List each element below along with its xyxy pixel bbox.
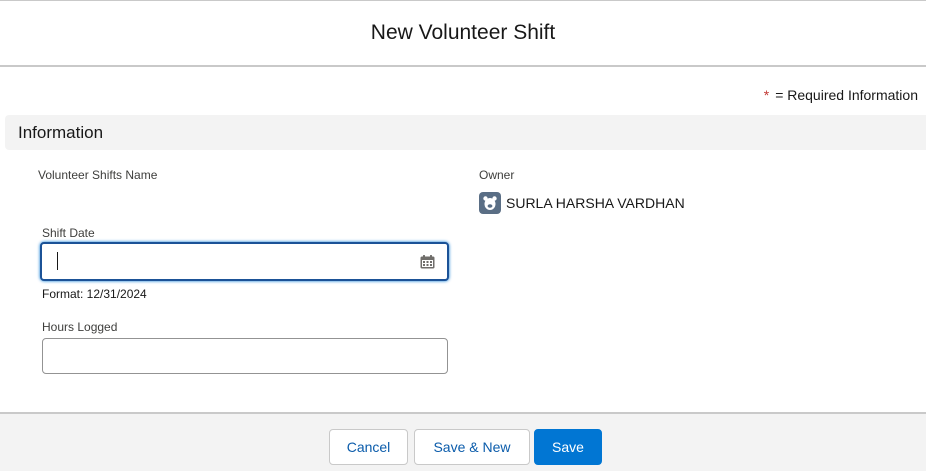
modal-title: New Volunteer Shift	[370, 21, 556, 44]
section-title: Information	[18, 122, 104, 142]
cancel-button[interactable]: Cancel	[329, 429, 408, 465]
new-volunteer-shift-modal: New Volunteer Shift * = Required Informat…	[0, 0, 926, 471]
required-legend-text: = Required Information	[775, 87, 918, 103]
modal-header: New Volunteer Shift	[0, 1, 926, 67]
hours-logged-label: Hours Logged	[42, 320, 118, 334]
hours-logged-field[interactable]	[42, 338, 448, 374]
hours-logged-input[interactable]	[43, 339, 447, 373]
required-legend: * = Required Information	[764, 87, 918, 103]
volunteer-shifts-name-label: Volunteer Shifts Name	[38, 168, 158, 182]
text-cursor	[57, 252, 58, 270]
required-asterisk: *	[763, 87, 770, 103]
section-header-information: Information	[5, 115, 926, 150]
save-and-new-button[interactable]: Save & New	[414, 429, 530, 465]
owner-field: SURLA HARSHA VARDHAN	[479, 192, 685, 214]
user-avatar-icon	[479, 192, 501, 214]
shift-date-field[interactable]	[40, 242, 449, 281]
modal-footer: Cancel Save & New Save	[0, 412, 926, 471]
owner-name[interactable]: SURLA HARSHA VARDHAN	[506, 195, 685, 211]
shift-date-label: Shift Date	[42, 226, 95, 240]
shift-date-format-help: Format: 12/31/2024	[42, 287, 147, 301]
calendar-icon[interactable]	[420, 255, 435, 269]
save-button[interactable]: Save	[534, 429, 602, 465]
owner-label: Owner	[479, 168, 515, 182]
shift-date-input[interactable]	[42, 244, 447, 279]
